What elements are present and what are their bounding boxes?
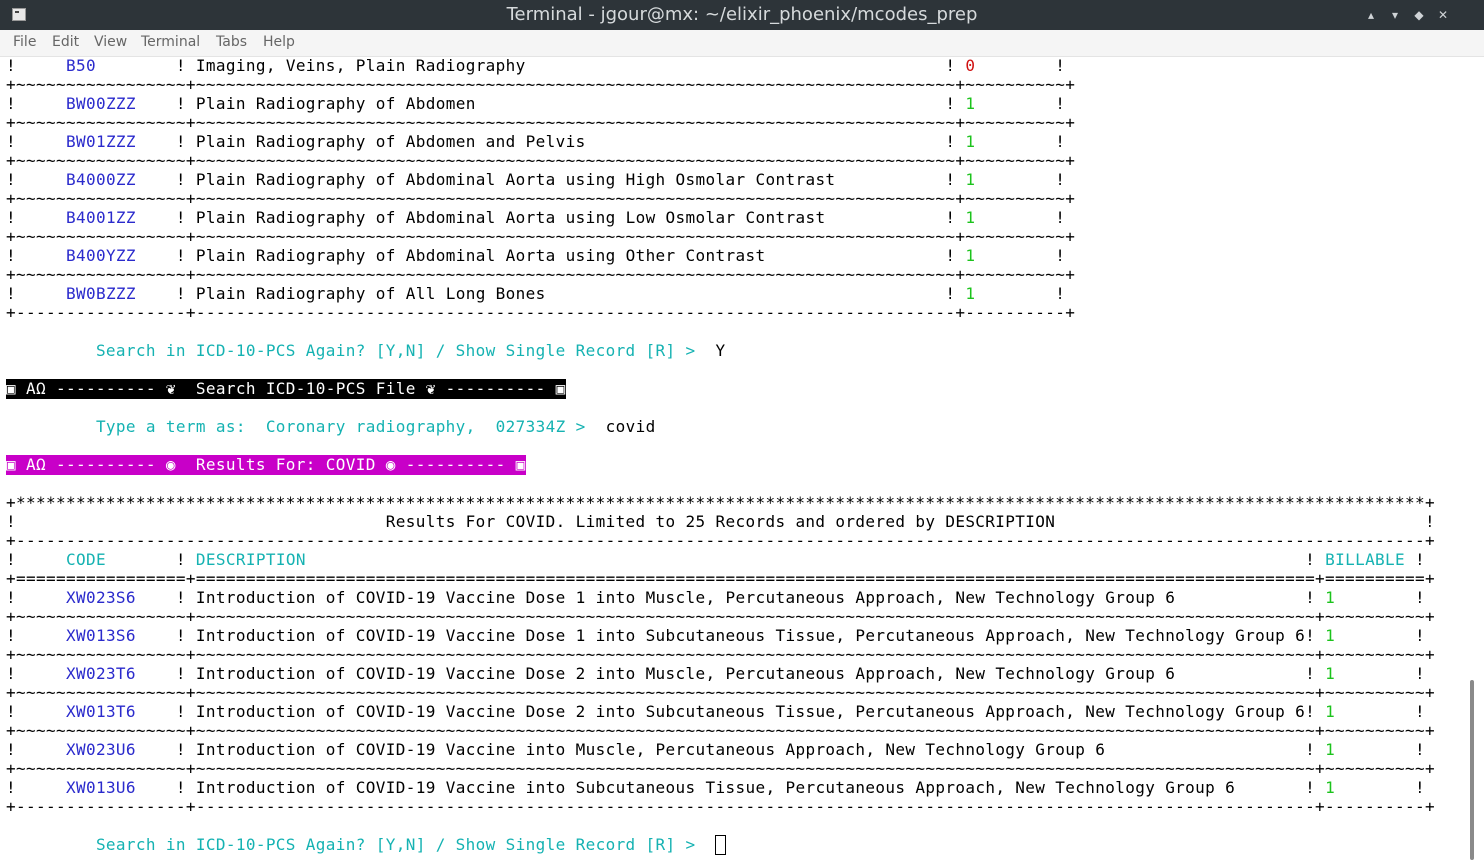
billable-cell: 1 xyxy=(1325,626,1336,645)
results-row: ! XW013S6 ! Introduction of COVID-19 Vac… xyxy=(6,626,1426,645)
prompt-answer: Y xyxy=(715,341,726,360)
search-again-prompt-current: Search in ICD-10-PCS Again? [Y,N] / Show… xyxy=(95,835,696,854)
code-cell: XW023U6 xyxy=(65,740,176,759)
results-divider: +~~~~~~~~~~~~~~~~~+~~~~~~~~~~~~~~~~~~~~~… xyxy=(6,721,1435,740)
menu-view[interactable]: View xyxy=(94,34,127,50)
table-row: ! BW0BZZZ ! Plain Radiography of All Lon… xyxy=(6,284,1066,303)
description-cell: Plain Radiography of Abdomen and Pelvis xyxy=(195,132,946,151)
column-header-description: DESCRIPTION xyxy=(195,550,1306,569)
table-row: ! B50 ! Imaging, Veins, Plain Radiograph… xyxy=(6,57,1066,75)
billable-cell: 1 xyxy=(1325,664,1336,683)
billable-cell: 1 xyxy=(965,94,976,113)
results-heading: ! Results For COVID. Limited to 25 Recor… xyxy=(6,512,1435,531)
results-banner: ▣ AΩ ---------- ◉ Results For: COVID ◉ -… xyxy=(6,455,526,475)
billable-cell: 1 xyxy=(1325,588,1336,607)
menu-bar: File Edit View Terminal Tabs Help xyxy=(0,30,1484,57)
description-cell: Introduction of COVID-19 Vaccine into Mu… xyxy=(195,740,1306,759)
close-icon[interactable]: ✕ xyxy=(1433,5,1453,25)
search-term-prompt: Type a term as: Coronary radiography, 02… xyxy=(95,417,656,436)
code-cell: B4001ZZ xyxy=(65,208,176,227)
description-cell: Introduction of COVID-19 Vaccine Dose 2 … xyxy=(195,702,1306,721)
description-cell: Plain Radiography of Abdominal Aorta usi… xyxy=(195,208,946,227)
table-divider: +-----------------+---------------------… xyxy=(6,303,1076,322)
code-cell: B400YZZ xyxy=(65,246,176,265)
billable-cell: 1 xyxy=(1325,740,1336,759)
code-cell: XW023T6 xyxy=(65,664,176,683)
results-row: ! XW013T6 ! Introduction of COVID-19 Vac… xyxy=(6,702,1426,721)
results-row: ! XW023T6 ! Introduction of COVID-19 Vac… xyxy=(6,664,1426,683)
search-banner: ▣ AΩ ---------- ❦ Search ICD-10-PCS File… xyxy=(6,379,566,399)
code-cell: XW023S6 xyxy=(65,588,176,607)
menu-edit[interactable]: Edit xyxy=(52,34,79,50)
terminal-output[interactable]: ! B50 ! Imaging, Veins, Plain Radiograph… xyxy=(0,57,1468,861)
description-cell: Plain Radiography of Abdominal Aorta usi… xyxy=(195,246,946,265)
description-cell: Plain Radiography of Abdomen xyxy=(195,94,946,113)
results-heading-border: +---------------------------------------… xyxy=(6,531,1435,550)
table-row: ! BW01ZZZ ! Plain Radiography of Abdomen… xyxy=(6,132,1066,151)
description-cell: Introduction of COVID-19 Vaccine Dose 2 … xyxy=(195,664,1306,683)
billable-cell: 1 xyxy=(965,246,976,265)
description-cell: Imaging, Veins, Plain Radiography xyxy=(195,57,946,75)
column-header-billable: BILLABLE xyxy=(1325,550,1416,569)
results-row: ! XW013U6 ! Introduction of COVID-19 Vac… xyxy=(6,778,1426,797)
billable-cell: 0 xyxy=(965,57,976,75)
description-cell: Introduction of COVID-19 Vaccine into Su… xyxy=(195,778,1306,797)
description-cell: Plain Radiography of Abdominal Aorta usi… xyxy=(195,170,946,189)
scrollbar-thumb[interactable] xyxy=(1470,680,1474,860)
text-cursor[interactable] xyxy=(715,835,726,855)
code-cell: B50 xyxy=(65,57,176,75)
code-cell: XW013U6 xyxy=(65,778,176,797)
table-divider: +~~~~~~~~~~~~~~~~~+~~~~~~~~~~~~~~~~~~~~~… xyxy=(6,189,1076,208)
table-row: ! B400YZZ ! Plain Radiography of Abdomin… xyxy=(6,246,1066,265)
search-term-answer: covid xyxy=(605,417,656,436)
code-cell: BW0BZZZ xyxy=(65,284,176,303)
results-row: ! XW023U6 ! Introduction of COVID-19 Vac… xyxy=(6,740,1426,759)
description-cell: Introduction of COVID-19 Vaccine Dose 1 … xyxy=(195,626,1306,645)
billable-cell: 1 xyxy=(965,284,976,303)
billable-cell: 1 xyxy=(1325,778,1336,797)
code-cell: B4000ZZ xyxy=(65,170,176,189)
table-divider: +~~~~~~~~~~~~~~~~~+~~~~~~~~~~~~~~~~~~~~~… xyxy=(6,151,1076,170)
table-divider: +~~~~~~~~~~~~~~~~~+~~~~~~~~~~~~~~~~~~~~~… xyxy=(6,75,1076,94)
table-divider: +~~~~~~~~~~~~~~~~~+~~~~~~~~~~~~~~~~~~~~~… xyxy=(6,227,1076,246)
results-divider: +~~~~~~~~~~~~~~~~~+~~~~~~~~~~~~~~~~~~~~~… xyxy=(6,683,1435,702)
minimize-icon[interactable]: ▾ xyxy=(1385,5,1405,25)
code-cell: XW013S6 xyxy=(65,626,176,645)
results-heading-text: Results For COVID. Limited to 25 Records… xyxy=(16,512,1425,531)
results-header-border: +=================+=====================… xyxy=(6,569,1435,588)
menu-file[interactable]: File xyxy=(13,34,36,50)
table-row: ! B4001ZZ ! Plain Radiography of Abdomin… xyxy=(6,208,1066,227)
results-top-border: +***************************************… xyxy=(6,493,1435,512)
title-bar: Terminal - jgour@mx: ~/elixir_phoenix/mc… xyxy=(0,0,1484,30)
search-again-prompt: Search in ICD-10-PCS Again? [Y,N] / Show… xyxy=(95,341,726,360)
billable-cell: 1 xyxy=(965,132,976,151)
results-row: ! XW023S6 ! Introduction of COVID-19 Vac… xyxy=(6,588,1426,607)
column-header-code: CODE xyxy=(65,550,176,569)
results-header-row: ! CODE ! DESCRIPTION ! BILLABLE ! xyxy=(6,550,1426,569)
results-divider: +~~~~~~~~~~~~~~~~~+~~~~~~~~~~~~~~~~~~~~~… xyxy=(6,759,1435,778)
window-title: Terminal - jgour@mx: ~/elixir_phoenix/mc… xyxy=(506,4,978,25)
description-cell: Introduction of COVID-19 Vaccine Dose 1 … xyxy=(195,588,1306,607)
menu-tabs[interactable]: Tabs xyxy=(216,34,247,50)
billable-cell: 1 xyxy=(1325,702,1336,721)
billable-cell: 1 xyxy=(965,208,976,227)
billable-cell: 1 xyxy=(965,170,976,189)
table-row: ! B4000ZZ ! Plain Radiography of Abdomin… xyxy=(6,170,1066,189)
results-divider: +~~~~~~~~~~~~~~~~~+~~~~~~~~~~~~~~~~~~~~~… xyxy=(6,607,1435,626)
maximize-icon[interactable]: ◆ xyxy=(1409,5,1429,25)
code-cell: BW00ZZZ xyxy=(65,94,176,113)
shade-up-icon[interactable]: ▴ xyxy=(1361,5,1381,25)
code-cell: XW013T6 xyxy=(65,702,176,721)
results-divider: +-----------------+---------------------… xyxy=(6,797,1435,816)
table-divider: +~~~~~~~~~~~~~~~~~+~~~~~~~~~~~~~~~~~~~~~… xyxy=(6,265,1076,284)
code-cell: BW01ZZZ xyxy=(65,132,176,151)
menu-terminal[interactable]: Terminal xyxy=(141,34,200,50)
table-row: ! BW00ZZZ ! Plain Radiography of Abdomen… xyxy=(6,94,1066,113)
menu-help[interactable]: Help xyxy=(263,34,295,50)
description-cell: Plain Radiography of All Long Bones xyxy=(195,284,946,303)
results-divider: +~~~~~~~~~~~~~~~~~+~~~~~~~~~~~~~~~~~~~~~… xyxy=(6,645,1435,664)
table-divider: +~~~~~~~~~~~~~~~~~+~~~~~~~~~~~~~~~~~~~~~… xyxy=(6,113,1076,132)
